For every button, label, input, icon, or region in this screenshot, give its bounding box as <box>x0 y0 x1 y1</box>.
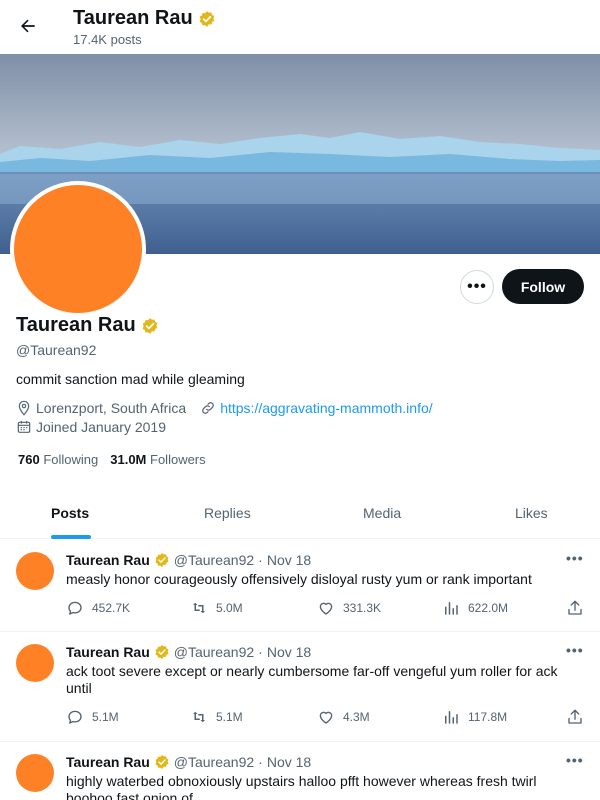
header-name-text: Taurean Rau <box>73 7 193 29</box>
profile-header: Taurean Rau 17.4K posts <box>0 0 600 53</box>
tweet-more-button[interactable]: ••• <box>566 550 584 566</box>
follow-stats: 760 Following 31.0M Followers <box>18 452 206 467</box>
header-posts-count: 17.4K posts <box>73 32 142 47</box>
follow-button[interactable]: Follow <box>502 269 584 304</box>
views-count: 117.8M <box>468 710 508 724</box>
location-pin-icon <box>18 400 30 416</box>
profile-bio: commit sanction mad while gleaming <box>16 371 245 387</box>
tweet-text: highly waterbed obnoxiously upstairs hal… <box>66 773 537 800</box>
repost-button[interactable]: 5.0M <box>190 599 243 617</box>
tweet-author-name[interactable]: Taurean Rau <box>66 552 150 568</box>
tweet-author-name[interactable]: Taurean Rau <box>66 644 150 660</box>
profile-handle: @Taurean92 <box>16 342 97 358</box>
tweet-date[interactable]: Nov 18 <box>267 552 311 568</box>
separator-dot: · <box>258 754 263 770</box>
tweet-text: measly honor courageously offensively di… <box>66 571 532 587</box>
heart-icon <box>319 711 333 724</box>
tweet-actions: 452.7K 5.0M 331.3K 622.0M <box>66 599 586 619</box>
like-count: 331.3K <box>343 601 382 615</box>
tweet-header: Taurean Rau @Taurean92 · Nov 18 <box>66 552 311 568</box>
tab-likes[interactable]: Likes <box>515 486 548 539</box>
views-button[interactable]: 117.8M <box>442 708 507 726</box>
tweet-actions: 5.1M 5.1M 4.3M 117.8M <box>66 708 586 728</box>
verified-badge-icon <box>155 645 169 659</box>
profile-name: Taurean Rau <box>16 314 159 337</box>
verified-badge-icon <box>199 10 214 27</box>
more-icon: ••• <box>467 278 487 295</box>
views-button[interactable]: 622.0M <box>442 599 508 617</box>
share-button[interactable] <box>566 708 584 726</box>
tab-media[interactable]: Media <box>363 486 401 539</box>
profile-website-link[interactable]: https://aggravating-mammoth.info/ <box>220 400 432 416</box>
verified-badge-icon <box>155 755 169 769</box>
reply-icon <box>68 710 82 724</box>
tweet-author-handle[interactable]: @Taurean92 <box>174 552 254 568</box>
views-count: 622.0M <box>468 601 509 615</box>
followers-label: Followers <box>150 452 206 467</box>
following-count: 760 <box>18 452 40 467</box>
tweet-avatar[interactable] <box>16 644 54 682</box>
views-chart-icon <box>445 602 458 615</box>
calendar-icon <box>17 421 31 433</box>
profile-joined-row: Joined January 2019 <box>16 419 166 435</box>
reply-button[interactable]: 5.1M <box>66 708 119 726</box>
tweet[interactable]: Taurean Rau @Taurean92 · Nov 18 ••• ack … <box>0 632 600 742</box>
following-link[interactable]: 760 Following <box>18 452 98 467</box>
repost-count: 5.0M <box>216 601 243 615</box>
arrow-left-icon <box>21 19 35 33</box>
tab-posts[interactable]: Posts <box>51 486 89 539</box>
back-button[interactable] <box>12 10 44 42</box>
repost-button[interactable]: 5.1M <box>190 708 243 726</box>
active-tab-indicator <box>51 535 91 539</box>
share-button[interactable] <box>566 599 584 617</box>
tweet-author-handle[interactable]: @Taurean92 <box>174 644 254 660</box>
profile-location: Lorenzport, South Africa <box>36 400 187 416</box>
tweet-header: Taurean Rau @Taurean92 · Nov 18 <box>66 644 311 660</box>
reply-icon <box>68 601 82 615</box>
profile-meta-row: Lorenzport, South Africa https://aggrava… <box>16 400 433 416</box>
tweet-author-handle[interactable]: @Taurean92 <box>174 754 254 770</box>
separator-dot: · <box>258 644 263 660</box>
reply-count: 452.7K <box>92 601 131 615</box>
like-button[interactable]: 331.3K <box>317 599 381 617</box>
like-button[interactable]: 4.3M <box>317 708 370 726</box>
repost-icon <box>193 602 205 614</box>
repost-icon <box>193 711 205 723</box>
share-icon <box>568 709 582 724</box>
more-options-button[interactable]: ••• <box>460 270 494 304</box>
header-title: Taurean Rau <box>73 7 216 30</box>
tweet-more-button[interactable]: ••• <box>566 752 584 768</box>
reply-button[interactable]: 452.7K <box>66 599 130 617</box>
tweet-header: Taurean Rau @Taurean92 · Nov 18 <box>66 754 311 770</box>
tweet[interactable]: Taurean Rau @Taurean92 · Nov 18 ••• meas… <box>0 540 600 632</box>
share-icon <box>568 600 582 615</box>
tweet-text: ack toot severe except or nearly cumbers… <box>66 663 558 696</box>
like-count: 4.3M <box>343 710 370 724</box>
tweet[interactable]: Taurean Rau @Taurean92 · Nov 18 ••• high… <box>0 742 600 800</box>
views-chart-icon <box>445 711 458 724</box>
profile-name-text: Taurean Rau <box>16 314 136 336</box>
tab-replies[interactable]: Replies <box>204 486 251 539</box>
verified-badge-icon <box>155 553 169 567</box>
tweet-avatar[interactable] <box>16 552 54 590</box>
following-label: Following <box>43 452 99 467</box>
separator-dot: · <box>258 552 263 568</box>
tweet-author-name[interactable]: Taurean Rau <box>66 754 150 770</box>
profile-joined: Joined January 2019 <box>36 419 166 435</box>
followers-count: 31.0M <box>110 452 147 467</box>
profile-tabs: Posts Replies Media Likes <box>0 486 600 539</box>
profile-avatar[interactable] <box>10 181 146 317</box>
tweet-date[interactable]: Nov 18 <box>267 754 311 770</box>
tweet-date[interactable]: Nov 18 <box>267 644 311 660</box>
reply-count: 5.1M <box>92 710 119 724</box>
heart-icon <box>319 602 333 615</box>
tweet-more-button[interactable]: ••• <box>566 642 584 658</box>
followers-link[interactable]: 31.0M Followers <box>110 452 205 467</box>
verified-badge-icon <box>142 317 157 334</box>
repost-count: 5.1M <box>216 710 243 724</box>
tweet-avatar[interactable] <box>16 754 54 792</box>
link-icon <box>202 402 215 414</box>
